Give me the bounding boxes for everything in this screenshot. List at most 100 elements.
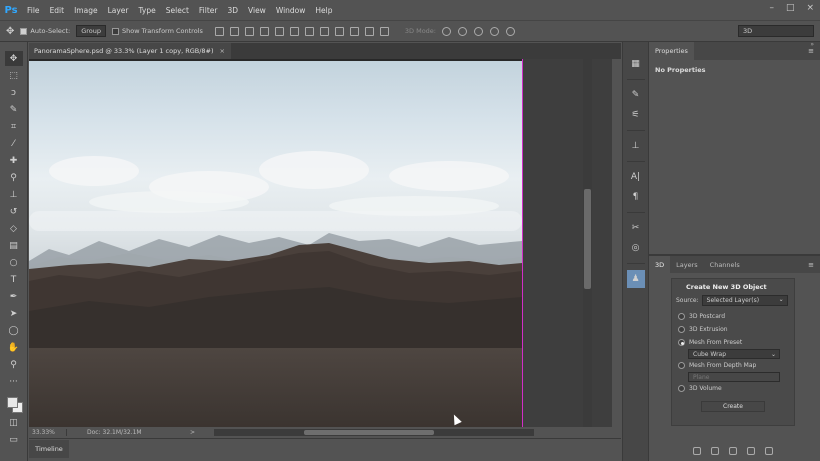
menu-edit[interactable]: Edit	[45, 6, 70, 15]
quick-mask-icon[interactable]: ◫	[5, 415, 23, 430]
tools-preset-icon[interactable]: ✂	[627, 219, 645, 237]
tab-3d[interactable]: 3D	[649, 256, 671, 273]
add-light-icon[interactable]	[747, 447, 755, 455]
create-button[interactable]: Create	[701, 401, 765, 412]
hand-tool-icon[interactable]: ✋	[5, 340, 23, 355]
move-tool-icon[interactable]: ✥	[6, 26, 14, 37]
workspace-dropdown[interactable]: 3D	[738, 25, 814, 37]
align-hcenter-icon[interactable]	[274, 26, 284, 36]
properties-menu-icon[interactable]: ≡	[808, 47, 814, 55]
close-icon[interactable]: ×	[806, 3, 814, 13]
roll-3d-icon[interactable]	[458, 26, 467, 36]
auto-select-checkbox[interactable]	[20, 27, 28, 35]
source-dropdown[interactable]: Selected Layer(s) ⌄	[701, 295, 788, 306]
vertical-scrollbar-thumb[interactable]	[584, 189, 591, 289]
tab-layers[interactable]: Layers	[670, 256, 704, 273]
align-vcenter-icon[interactable]	[229, 26, 239, 36]
slide-3d-icon[interactable]	[490, 26, 499, 36]
clone-source-icon[interactable]: ⊥	[627, 137, 645, 155]
light-icon[interactable]	[711, 447, 719, 455]
menu-help[interactable]: Help	[310, 6, 337, 15]
depth-map-dropdown[interactable]: Plane	[688, 372, 780, 382]
option-3d-extrusion[interactable]: 3D Extrusion	[672, 323, 794, 336]
distribute-bottom-icon[interactable]	[334, 26, 344, 36]
auto-select-option[interactable]: Auto-Select:	[20, 27, 70, 35]
distribute-right-icon[interactable]	[379, 26, 389, 36]
radio-mesh-from-preset[interactable]	[678, 339, 685, 346]
align-bottom-icon[interactable]	[244, 26, 254, 36]
healing-brush-tool-icon[interactable]: ✚	[5, 153, 23, 168]
rotate-3d-icon[interactable]	[442, 26, 451, 36]
zoom-tool-icon[interactable]: ⚲	[5, 357, 23, 372]
menu-type[interactable]: Type	[134, 6, 161, 15]
horizontal-scrollbar-thumb[interactable]	[304, 430, 434, 435]
gradient-tool-icon[interactable]: ▤	[5, 238, 23, 253]
menu-filter[interactable]: Filter	[194, 6, 223, 15]
status-menu-arrow[interactable]: >	[190, 429, 195, 436]
more-tools-icon[interactable]: ···	[5, 374, 23, 389]
show-transform-option[interactable]: Show Transform Controls	[112, 27, 203, 35]
eyedropper-tool-icon[interactable]: ⁄	[5, 136, 23, 151]
paragraph-panel-icon[interactable]: ¶	[627, 188, 645, 206]
close-tab-icon[interactable]: ×	[220, 47, 225, 55]
render-icon[interactable]	[729, 447, 737, 455]
delete-icon[interactable]	[765, 447, 773, 455]
option-mesh-from-depth-map[interactable]: Mesh From Depth Map	[672, 359, 794, 372]
auto-select-target-dropdown[interactable]: Group	[76, 25, 106, 37]
move-tool-icon[interactable]: ✥	[4, 51, 23, 66]
radio-3d-extrusion[interactable]	[678, 326, 685, 333]
scale-3d-icon[interactable]	[506, 26, 515, 36]
radio-3d-postcard[interactable]	[678, 313, 685, 320]
align-left-icon[interactable]	[259, 26, 269, 36]
show-transform-checkbox[interactable]	[112, 27, 119, 35]
pen-tool-icon[interactable]: ✒	[5, 289, 23, 304]
menu-window[interactable]: Window	[271, 6, 311, 15]
menu-view[interactable]: View	[243, 6, 271, 15]
preset-dropdown[interactable]: Cube Wrap ⌄	[688, 349, 780, 359]
maximize-icon[interactable]: □	[786, 3, 795, 13]
properties-panel-icon[interactable]: ♟	[626, 270, 645, 288]
history-panel-icon[interactable]: ▦	[627, 55, 645, 73]
eraser-tool-icon[interactable]: ◇	[5, 221, 23, 236]
tab-properties[interactable]: Properties	[649, 42, 694, 60]
distribute-hcenter-icon[interactable]	[364, 26, 374, 36]
minimize-icon[interactable]: –	[769, 3, 774, 13]
document-tab[interactable]: PanoramaSphere.psd @ 33.3% (Layer 1 copy…	[29, 43, 231, 59]
lasso-tool-icon[interactable]: ↄ	[5, 85, 23, 100]
screen-mode-icon[interactable]: ▭	[5, 432, 23, 447]
filter-scene-icon[interactable]	[693, 447, 701, 455]
vertical-scrollbar[interactable]	[583, 59, 592, 427]
type-tool-icon[interactable]: T	[5, 272, 23, 287]
menu-3d[interactable]: 3D	[222, 6, 243, 15]
radio-3d-volume[interactable]	[678, 385, 685, 392]
zoom-level[interactable]: 33.33%	[29, 429, 67, 436]
option-3d-postcard[interactable]: 3D Postcard	[672, 310, 794, 323]
3d-panel-menu-icon[interactable]: ≡	[808, 261, 814, 269]
history-brush-tool-icon[interactable]: ↺	[5, 204, 23, 219]
color-swatches[interactable]	[5, 396, 23, 414]
3d-panel-icon[interactable]: ◎	[627, 239, 645, 257]
document-canvas[interactable]	[29, 61, 522, 427]
horizontal-scrollbar[interactable]	[214, 429, 534, 436]
character-panel-icon[interactable]: A|	[627, 168, 645, 186]
option-mesh-from-preset[interactable]: Mesh From Preset	[672, 336, 794, 349]
marquee-tool-icon[interactable]: ⬚	[5, 68, 23, 83]
blur-tool-icon[interactable]: ○	[5, 255, 23, 270]
timeline-tab[interactable]: Timeline	[29, 440, 69, 458]
menu-select[interactable]: Select	[161, 6, 194, 15]
radio-mesh-from-depth-map[interactable]	[678, 362, 685, 369]
align-top-icon[interactable]	[214, 26, 224, 36]
foreground-color-swatch[interactable]	[6, 397, 18, 408]
distribute-vcenter-icon[interactable]	[319, 26, 329, 36]
crop-tool-icon[interactable]: ⌗	[5, 119, 23, 134]
path-select-tool-icon[interactable]: ➤	[5, 306, 23, 321]
drag-3d-icon[interactable]	[474, 26, 483, 36]
adjustments-icon[interactable]: ⚟	[627, 106, 645, 124]
distribute-top-icon[interactable]	[304, 26, 314, 36]
menu-layer[interactable]: Layer	[103, 6, 134, 15]
tab-channels[interactable]: Channels	[704, 256, 746, 273]
quick-select-tool-icon[interactable]: ✎	[5, 102, 23, 117]
option-3d-volume[interactable]: 3D Volume	[672, 382, 794, 395]
clone-stamp-tool-icon[interactable]: ⊥	[5, 187, 23, 202]
ellipse-tool-icon[interactable]: ◯	[5, 323, 23, 338]
